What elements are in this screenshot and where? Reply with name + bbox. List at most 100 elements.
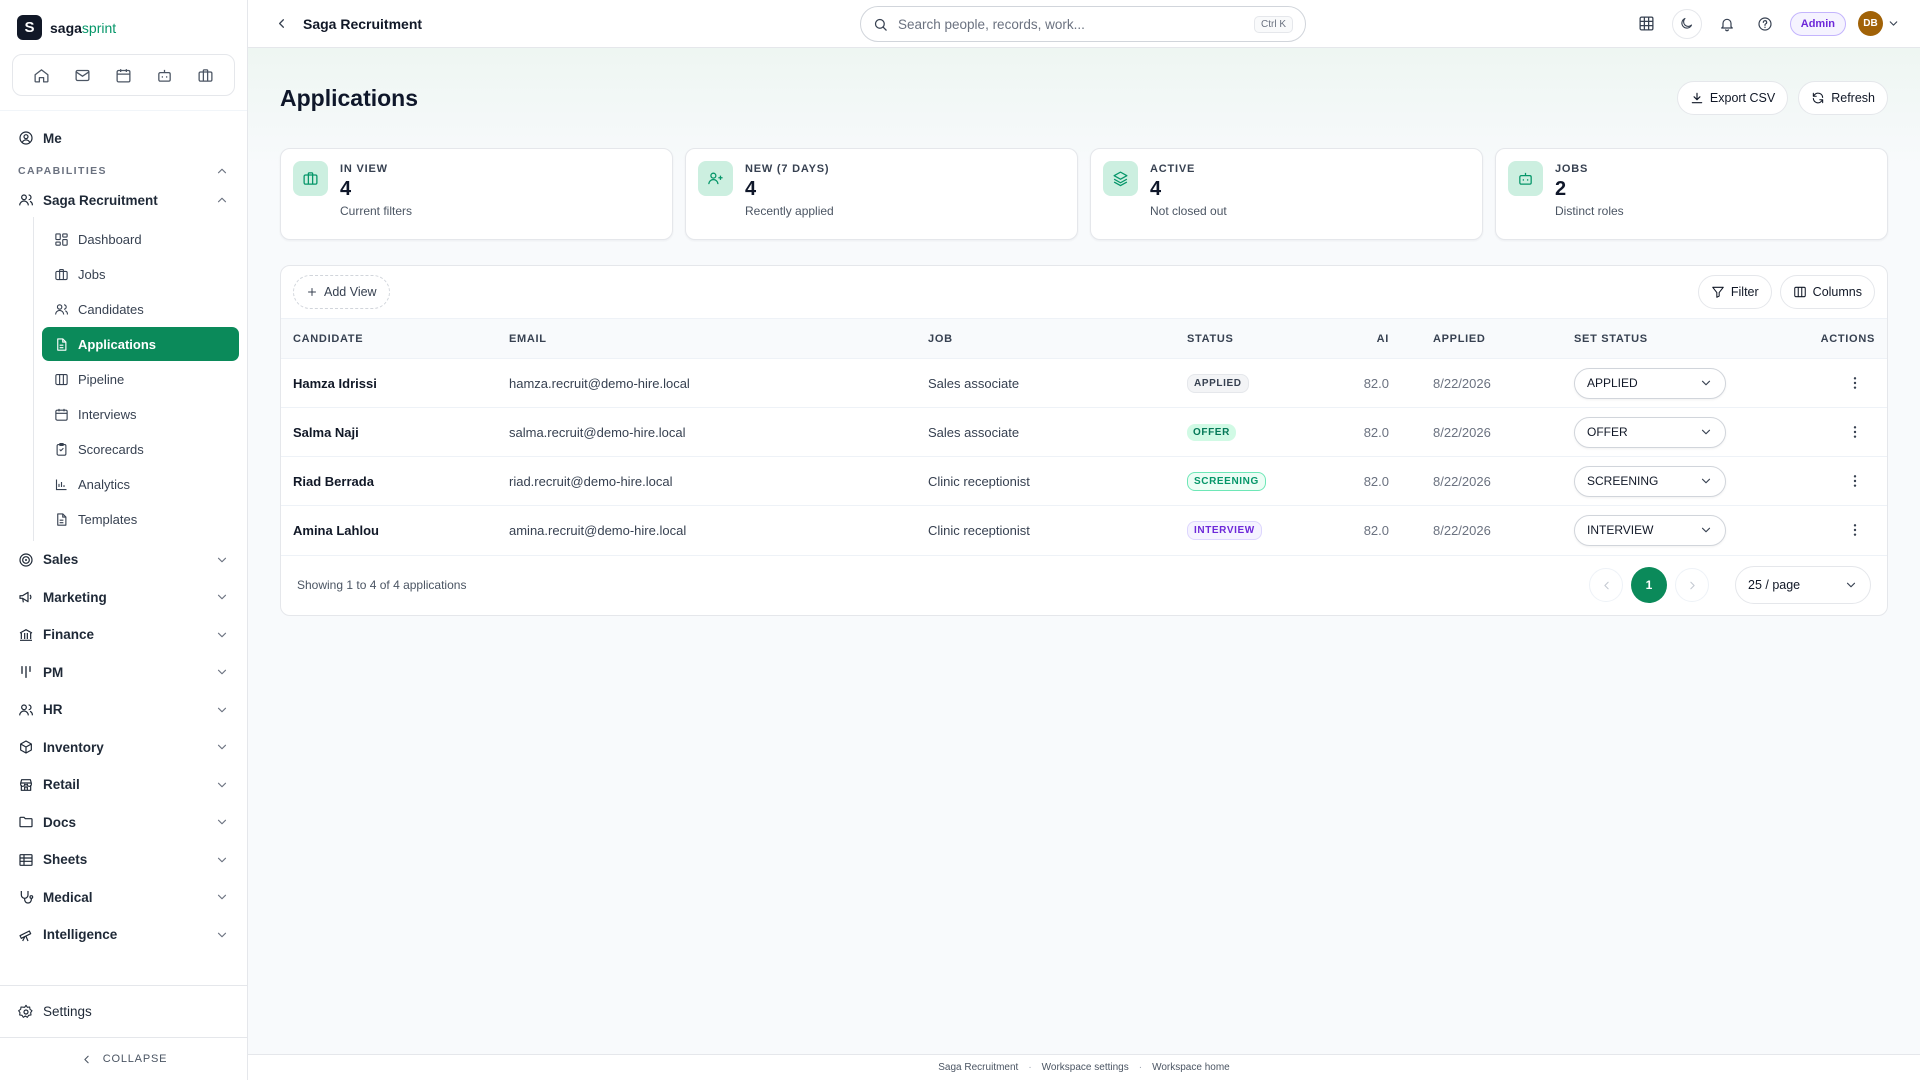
home-icon[interactable]	[28, 61, 56, 89]
mail-icon[interactable]	[69, 61, 97, 89]
footer-link-workspace-settings[interactable]: Workspace settings	[1042, 1062, 1129, 1073]
sidebar-item-analytics[interactable]: Analytics	[42, 467, 239, 501]
cell-candidate[interactable]: Riad Berrada	[281, 456, 497, 506]
column-header-email[interactable]: EMAIL	[497, 319, 916, 359]
footer-separator: ·	[1028, 1062, 1032, 1073]
topbar: Saga Recruitment Search people, records,…	[248, 0, 1920, 48]
sidebar-item-jobs[interactable]: Jobs	[42, 257, 239, 291]
sidebar-item-settings[interactable]: Settings	[0, 986, 247, 1038]
sidebar-item-sheets[interactable]: Sheets	[8, 841, 239, 879]
refresh-button[interactable]: Refresh	[1798, 81, 1888, 115]
prev-page-button[interactable]	[1589, 568, 1623, 602]
stat-card: ACTIVE 4 Not closed out	[1090, 148, 1483, 240]
cell-ai: 82.0	[1325, 407, 1401, 457]
calendar-icon[interactable]	[110, 61, 138, 89]
sidebar-item-dashboard[interactable]: Dashboard	[42, 222, 239, 256]
table-row[interactable]: Riad Berrada riad.recruit@demo-hire.loca…	[281, 456, 1887, 506]
chevron-right-icon	[1686, 579, 1699, 592]
more-actions-icon[interactable]	[1750, 424, 1875, 440]
sidebar-item-marketing[interactable]: Marketing	[8, 579, 239, 617]
column-header-ai[interactable]: AI	[1325, 319, 1401, 359]
cell-candidate[interactable]: Amina Lahlou	[281, 505, 497, 555]
status-badge: OFFER	[1187, 424, 1236, 441]
cell-actions	[1738, 456, 1887, 506]
table-header-row: CANDIDATE EMAIL JOB STATUS AI APPLIED SE…	[281, 318, 1887, 359]
status-select[interactable]: INTERVIEW	[1574, 514, 1726, 546]
table-row[interactable]: Amina Lahlou amina.recruit@demo-hire.loc…	[281, 505, 1887, 555]
sidebar-item-candidates[interactable]: Candidates	[42, 292, 239, 326]
more-actions-icon[interactable]	[1750, 375, 1875, 391]
sidebar-item-intelligence[interactable]: Intelligence	[8, 916, 239, 954]
more-actions-icon[interactable]	[1750, 522, 1875, 538]
chevron-down-icon	[215, 853, 229, 867]
help-icon[interactable]	[1752, 11, 1778, 37]
stat-value: 2	[1555, 178, 1567, 200]
page-footer: Saga Recruitment · Workspace settings · …	[248, 1054, 1920, 1080]
table-row[interactable]: Hamza Idrissi hamza.recruit@demo-hire.lo…	[281, 358, 1887, 408]
cell-email: hamza.recruit@demo-hire.local	[497, 358, 916, 408]
chevron-down-icon	[215, 890, 229, 904]
sidebar-item-medical[interactable]: Medical	[8, 879, 239, 917]
chevron-down-icon	[215, 628, 229, 642]
chevron-left-icon	[1600, 579, 1613, 592]
status-select[interactable]: SCREENING	[1574, 465, 1726, 497]
status-select[interactable]: APPLIED	[1574, 367, 1726, 399]
next-page-button[interactable]	[1675, 568, 1709, 602]
cell-actions	[1738, 358, 1887, 408]
sidebar-item-pm[interactable]: PM	[8, 654, 239, 692]
add-view-button[interactable]: Add View	[293, 275, 390, 309]
page-size-select[interactable]: 25 / page	[1735, 566, 1871, 604]
users-icon	[18, 192, 34, 208]
sidebar-item-scorecards[interactable]: Scorecards	[42, 432, 239, 466]
stat-label: ACTIVE	[1150, 163, 1196, 175]
breadcrumb[interactable]: Saga Recruitment	[303, 16, 422, 32]
sidebar-item-pipeline[interactable]: Pipeline	[42, 362, 239, 396]
sidebar-item-finance[interactable]: Finance	[8, 616, 239, 654]
section-capabilities[interactable]: CAPABILITIES	[8, 159, 239, 183]
sidebar-item-sales[interactable]: Sales	[8, 541, 239, 579]
briefcase-icon[interactable]	[192, 61, 220, 89]
table-row[interactable]: Salma Naji salma.recruit@demo-hire.local…	[281, 407, 1887, 457]
cell-candidate[interactable]: Hamza Idrissi	[281, 358, 497, 408]
back-button[interactable]	[274, 16, 289, 31]
sidebar-nav: Me CAPABILITIES Saga Recruitment Dashboa…	[0, 110, 247, 985]
column-header-job[interactable]: JOB	[916, 319, 1175, 359]
moon-icon[interactable]	[1671, 8, 1702, 39]
collapse-button[interactable]: COLLAPSE	[0, 1038, 247, 1080]
status-select[interactable]: OFFER	[1574, 416, 1726, 448]
column-header-candidate[interactable]: CANDIDATE	[281, 319, 497, 359]
filter-button[interactable]: Filter	[1697, 275, 1772, 309]
apps-grid-icon[interactable]	[1634, 11, 1660, 37]
stat-label: JOBS	[1555, 163, 1589, 175]
search-input[interactable]: Search people, records, work... Ctrl K	[860, 6, 1306, 42]
footer-link-workspace-home[interactable]: Workspace home	[1152, 1062, 1230, 1073]
cell-set-status: APPLIED	[1562, 358, 1738, 408]
admin-badge[interactable]: Admin	[1789, 11, 1846, 36]
sidebar-item-templates[interactable]: Templates	[42, 502, 239, 536]
cell-candidate[interactable]: Salma Naji	[281, 407, 497, 457]
columns-button[interactable]: Columns	[1779, 275, 1875, 309]
sidebar-item-applications[interactable]: Applications	[42, 327, 239, 361]
footer-link-recruitment[interactable]: Saga Recruitment	[938, 1062, 1018, 1073]
sidebar-item-inventory[interactable]: Inventory	[8, 729, 239, 767]
chevron-down-icon	[1699, 474, 1713, 488]
column-header-applied[interactable]: APPLIED	[1401, 319, 1562, 359]
brand[interactable]: S sagasprint	[0, 0, 247, 50]
chevron-down-icon	[1699, 376, 1713, 390]
table-icon	[18, 852, 34, 868]
export-csv-button[interactable]: Export CSV	[1676, 81, 1789, 115]
bell-icon[interactable]	[1714, 11, 1740, 37]
sidebar-item-retail[interactable]: Retail	[8, 766, 239, 804]
more-actions-icon[interactable]	[1750, 473, 1875, 489]
user-menu[interactable]: DB	[1858, 11, 1900, 36]
sidebar-item-hr[interactable]: HR	[8, 691, 239, 729]
sidebar-item-docs[interactable]: Docs	[8, 804, 239, 842]
bot-icon[interactable]	[151, 61, 179, 89]
sidebar-item-interviews[interactable]: Interviews	[42, 397, 239, 431]
download-icon	[1690, 91, 1704, 105]
sidebar-item-saga-recruitment[interactable]: Saga Recruitment	[8, 183, 239, 217]
sidebar-item-me[interactable]: Me	[8, 121, 239, 155]
page-button-current[interactable]: 1	[1631, 567, 1667, 603]
cell-job: Clinic receptionist	[916, 456, 1175, 506]
column-header-status[interactable]: STATUS	[1175, 319, 1325, 359]
